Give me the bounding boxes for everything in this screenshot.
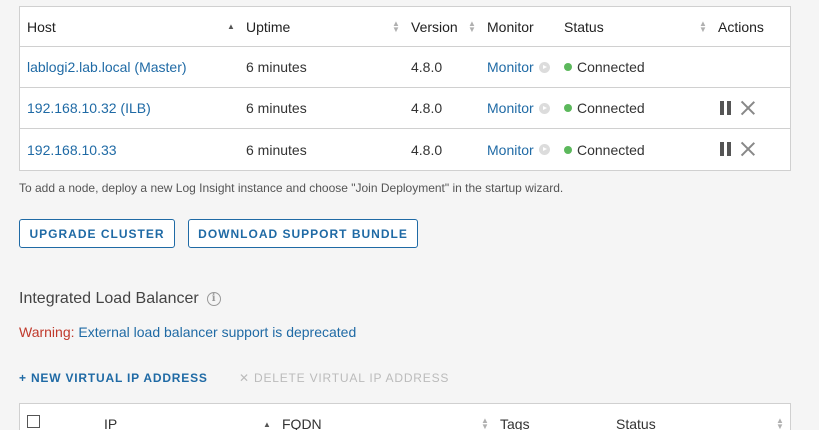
deprecation-warning: Warning: External load balancer support …	[19, 324, 356, 340]
uptime-value: 6 minutes	[246, 100, 307, 116]
status-cell: Connected	[564, 129, 645, 170]
status-header[interactable]: Status	[564, 7, 604, 46]
status-dot-icon	[564, 63, 572, 71]
new-vip-label: NEW VIRTUAL IP ADDRESS	[30, 371, 208, 385]
download-support-bundle-button[interactable]: DOWNLOAD SUPPORT BUNDLE	[188, 219, 418, 248]
version-value: 4.8.0	[411, 141, 443, 158]
monitor-label[interactable]: Monitor	[487, 100, 534, 116]
close-small-icon: ✕	[239, 371, 254, 385]
tags-header[interactable]: Tags	[500, 404, 530, 430]
status-text: Connected	[577, 59, 645, 75]
monitor-link[interactable]: Monitor	[487, 47, 550, 87]
status-text: Connected	[577, 141, 645, 158]
pause-icon[interactable]	[720, 142, 733, 156]
info-icon[interactable]: i	[206, 292, 221, 306]
table-row: 192.168.10.33 6 minutes 4.8.0 Monitor Co…	[20, 129, 790, 170]
status-cell: Connected	[564, 47, 645, 87]
uptime-value: 6 minutes	[246, 141, 307, 158]
status-dot-icon	[564, 145, 572, 154]
arrow-right-icon[interactable]	[538, 61, 550, 73]
monitor-link[interactable]: Monitor	[487, 129, 550, 170]
sort-icon[interactable]: ▲ ▼	[481, 404, 489, 430]
status-cell: Connected	[564, 88, 645, 128]
vip-table: IP ▲ FQDN ▲ ▼ Tags Status ▲ ▼	[19, 403, 791, 430]
pause-icon[interactable]	[720, 101, 733, 115]
plus-icon: +	[19, 371, 31, 385]
table-row: lablogi2.lab.local (Master) 6 minutes 4.…	[20, 47, 790, 88]
warning-text: External load balancer support is deprec…	[78, 324, 357, 340]
arrow-right-icon[interactable]	[538, 144, 550, 155]
sort-asc-icon[interactable]: ▲	[227, 7, 235, 46]
host-link[interactable]: lablogi2.lab.local (Master)	[27, 47, 187, 87]
sort-icon[interactable]: ▲ ▼	[468, 7, 476, 46]
vip-status-header[interactable]: Status	[616, 404, 656, 430]
add-node-hint: To add a node, deploy a new Log Insight …	[19, 181, 564, 195]
version-value: 4.8.0	[411, 100, 443, 116]
host-header[interactable]: Host	[27, 7, 56, 46]
uptime-header[interactable]: Uptime	[246, 7, 290, 46]
sort-icon[interactable]: ▲ ▼	[699, 7, 707, 46]
ilb-title: Integrated Load Balancer	[19, 290, 199, 307]
sort-asc-icon[interactable]: ▲	[263, 404, 271, 430]
section-title: Integrated Load Balancer i	[19, 290, 221, 308]
table-row: 192.168.10.32 (ILB) 6 minutes 4.8.0 Moni…	[20, 88, 790, 129]
delete-virtual-ip-button: ✕ DELETE VIRTUAL IP ADDRESS	[239, 371, 449, 385]
select-all-checkbox[interactable]	[27, 415, 40, 428]
monitor-header: Monitor	[487, 18, 534, 35]
warning-label: Warning:	[19, 324, 75, 340]
table-header: Host ▲ Uptime ▲ ▼ Version ▲ ▼ Monitor Stat…	[20, 7, 790, 47]
monitor-label[interactable]: Monitor	[487, 59, 534, 75]
status-dot-icon	[564, 104, 572, 112]
status-text: Connected	[577, 100, 645, 116]
delete-vip-label: DELETE VIRTUAL IP ADDRESS	[254, 371, 450, 385]
host-link[interactable]: 192.168.10.32 (ILB)	[27, 88, 151, 128]
arrow-right-icon[interactable]	[538, 102, 550, 114]
nodes-table: Host ▲ Uptime ▲ ▼ Version ▲ ▼ Monitor Stat…	[19, 6, 791, 171]
fqdn-header[interactable]: FQDN	[282, 404, 322, 430]
version-header[interactable]: Version	[411, 7, 458, 46]
uptime-value: 6 minutes	[246, 59, 307, 75]
version-value: 4.8.0	[411, 59, 443, 75]
actions-header: Actions	[718, 18, 764, 35]
monitor-label[interactable]: Monitor	[487, 142, 534, 158]
sort-icon[interactable]: ▲ ▼	[392, 7, 400, 46]
sort-icon[interactable]: ▲ ▼	[776, 404, 784, 430]
new-virtual-ip-button[interactable]: + NEW VIRTUAL IP ADDRESS	[19, 371, 208, 385]
ip-header[interactable]: IP	[104, 404, 117, 430]
close-icon[interactable]	[740, 141, 755, 156]
close-icon[interactable]	[740, 100, 755, 115]
upgrade-cluster-button[interactable]: UPGRADE CLUSTER	[19, 219, 175, 248]
monitor-link[interactable]: Monitor	[487, 88, 550, 128]
host-link[interactable]: 192.168.10.33	[27, 129, 117, 170]
